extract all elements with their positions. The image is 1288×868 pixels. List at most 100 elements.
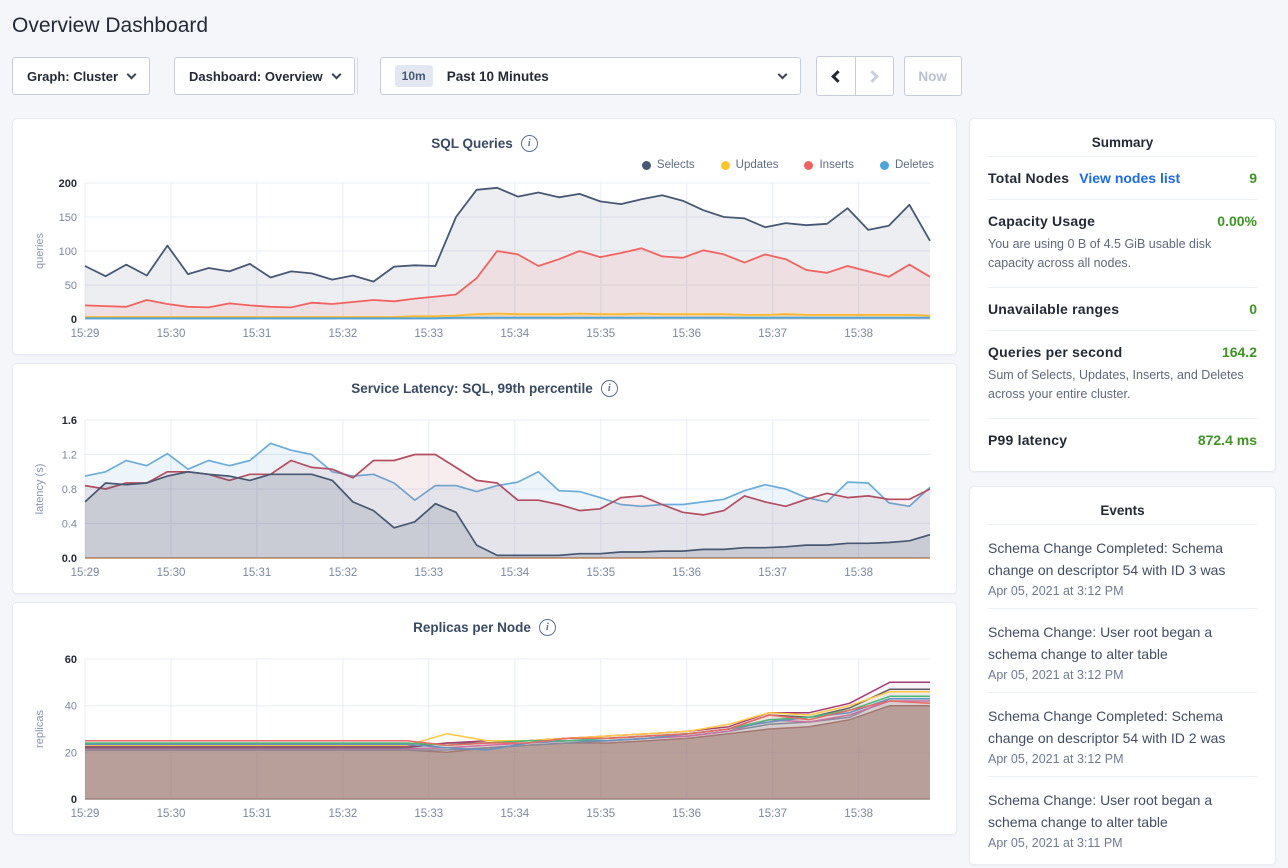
time-step-button-group: [816, 56, 894, 96]
svg-text:15:36: 15:36: [672, 808, 701, 820]
legend-dot: [804, 161, 813, 170]
overview-dashboard-page: Overview Dashboard Graph: Cluster Dashbo…: [0, 0, 1288, 865]
summary-label: Queries per second: [988, 344, 1122, 360]
chevron-down-icon: [777, 69, 787, 79]
svg-text:15:37: 15:37: [758, 567, 787, 579]
summary-value: 164.2: [1222, 344, 1257, 360]
dashboard-dropdown-label: Dashboard: Overview: [189, 69, 323, 84]
list-item[interactable]: Schema Change Completed: Schema change o…: [988, 692, 1257, 776]
summary-label: P99 latency: [988, 432, 1067, 448]
charts-column: SQL Queries i Selects Updates Inserts: [12, 118, 957, 835]
svg-text:15:36: 15:36: [672, 567, 701, 579]
summary-row-total-nodes: Total Nodes View nodes list 9: [988, 156, 1257, 199]
legend-item-selects[interactable]: Selects: [642, 159, 695, 171]
view-nodes-list-link[interactable]: View nodes list: [1079, 170, 1180, 186]
legend-dot: [880, 161, 889, 170]
svg-text:0.0: 0.0: [62, 553, 77, 565]
svg-text:15:37: 15:37: [758, 328, 787, 340]
time-step-back-button[interactable]: [817, 57, 855, 95]
summary-card: Summary Total Nodes View nodes list 9 Ca…: [969, 118, 1276, 472]
svg-text:15:34: 15:34: [500, 567, 529, 579]
time-range-select[interactable]: 10m Past 10 Minutes: [380, 57, 801, 95]
svg-text:15:29: 15:29: [71, 567, 100, 579]
svg-text:15:34: 15:34: [500, 808, 529, 820]
chevron-right-icon: [866, 70, 879, 83]
chevron-down-icon: [331, 69, 341, 79]
svg-text:15:29: 15:29: [71, 808, 100, 820]
events-card: Events Schema Change Completed: Schema c…: [969, 486, 1276, 865]
summary-title: Summary: [988, 135, 1257, 156]
legend-item-inserts[interactable]: Inserts: [804, 159, 854, 171]
svg-text:15:38: 15:38: [844, 808, 873, 820]
chevron-left-icon: [831, 70, 844, 83]
summary-label: Capacity Usage: [988, 213, 1095, 229]
time-range-badge: 10m: [395, 65, 433, 87]
chevron-down-icon: [127, 69, 137, 79]
svg-text:1.6: 1.6: [62, 415, 77, 427]
now-button[interactable]: Now: [904, 56, 962, 96]
controls-divider: [357, 57, 358, 95]
info-icon[interactable]: i: [539, 619, 556, 636]
chart-title: Replicas per Node: [413, 620, 531, 635]
summary-label: Unavailable ranges: [988, 301, 1119, 317]
svg-text:60: 60: [65, 654, 77, 666]
summary-desc: You are using 0 B of 4.5 GiB usable disk…: [988, 229, 1257, 274]
list-item[interactable]: Schema Change: User root began a schema …: [988, 608, 1257, 692]
svg-text:15:32: 15:32: [329, 328, 358, 340]
svg-text:0.4: 0.4: [62, 519, 77, 531]
replicas-per-node-chart-card: Replicas per Node i 15:2915:3015:3115:32…: [12, 602, 957, 835]
svg-text:150: 150: [59, 212, 77, 224]
info-icon[interactable]: i: [601, 380, 618, 397]
summary-value: 0.00%: [1217, 213, 1257, 229]
svg-text:15:36: 15:36: [672, 328, 701, 340]
svg-text:15:30: 15:30: [157, 567, 186, 579]
time-range-label: Past 10 Minutes: [447, 69, 765, 84]
graph-dropdown-label: Graph: Cluster: [27, 69, 118, 84]
svg-text:15:38: 15:38: [844, 567, 873, 579]
svg-text:15:33: 15:33: [414, 808, 443, 820]
sql-queries-chart[interactable]: 15:2915:3015:3115:3215:3315:3415:3515:36…: [29, 175, 942, 343]
sql-queries-chart-card: SQL Queries i Selects Updates Inserts: [12, 118, 957, 355]
svg-text:15:35: 15:35: [586, 567, 615, 579]
svg-text:0: 0: [71, 794, 77, 806]
svg-text:15:30: 15:30: [157, 328, 186, 340]
legend-item-deletes[interactable]: Deletes: [880, 159, 934, 171]
dashboard-dropdown[interactable]: Dashboard: Overview: [174, 57, 355, 95]
time-step-forward-button[interactable]: [855, 57, 893, 95]
events-title: Events: [988, 503, 1257, 524]
chart-title-row: Service Latency: SQL, 99th percentile i: [29, 376, 940, 400]
summary-row-capacity-usage: Capacity Usage 0.00% You are using 0 B o…: [988, 199, 1257, 287]
list-item[interactable]: Schema Change Completed: Schema change o…: [988, 524, 1257, 608]
info-icon[interactable]: i: [521, 135, 538, 152]
chart-title-row: SQL Queries i: [29, 131, 940, 155]
svg-text:15:38: 15:38: [844, 328, 873, 340]
legend-dot: [721, 161, 730, 170]
svg-text:0.8: 0.8: [62, 484, 77, 496]
svg-text:15:33: 15:33: [414, 567, 443, 579]
event-text: Schema Change: User root began a schema …: [988, 789, 1257, 833]
svg-text:15:31: 15:31: [243, 328, 272, 340]
event-text: Schema Change Completed: Schema change o…: [988, 705, 1257, 749]
summary-row-unavailable-ranges: Unavailable ranges 0: [988, 287, 1257, 330]
summary-value: 872.4 ms: [1198, 432, 1257, 448]
svg-text:200: 200: [59, 178, 77, 190]
graph-dropdown[interactable]: Graph: Cluster: [12, 57, 150, 95]
svg-text:15:31: 15:31: [243, 808, 272, 820]
replicas-per-node-chart[interactable]: 15:2915:3015:3115:3215:3315:3415:3515:36…: [29, 651, 942, 823]
legend-label: Updates: [736, 159, 779, 171]
svg-text:15:32: 15:32: [329, 567, 358, 579]
legend-item-updates[interactable]: Updates: [721, 159, 779, 171]
svg-text:1.2: 1.2: [62, 450, 77, 462]
main-content: SQL Queries i Selects Updates Inserts: [12, 118, 1276, 865]
summary-row-queries-per-second: Queries per second 164.2 Sum of Selects,…: [988, 330, 1257, 418]
service-latency-chart[interactable]: 15:2915:3015:3115:3215:3315:3415:3515:36…: [29, 412, 942, 582]
summary-value: 0: [1249, 301, 1257, 317]
list-item[interactable]: Schema Change: User root began a schema …: [988, 776, 1257, 860]
event-text: Schema Change Completed: Schema change o…: [988, 537, 1257, 581]
svg-text:20: 20: [65, 747, 77, 759]
event-date: Apr 05, 2021 at 3:11 PM: [988, 833, 1257, 850]
chart-title-row: Replicas per Node i: [29, 615, 940, 639]
svg-text:40: 40: [65, 701, 77, 713]
legend-label: Inserts: [819, 159, 854, 171]
summary-row-p99-latency: P99 latency 872.4 ms: [988, 418, 1257, 461]
